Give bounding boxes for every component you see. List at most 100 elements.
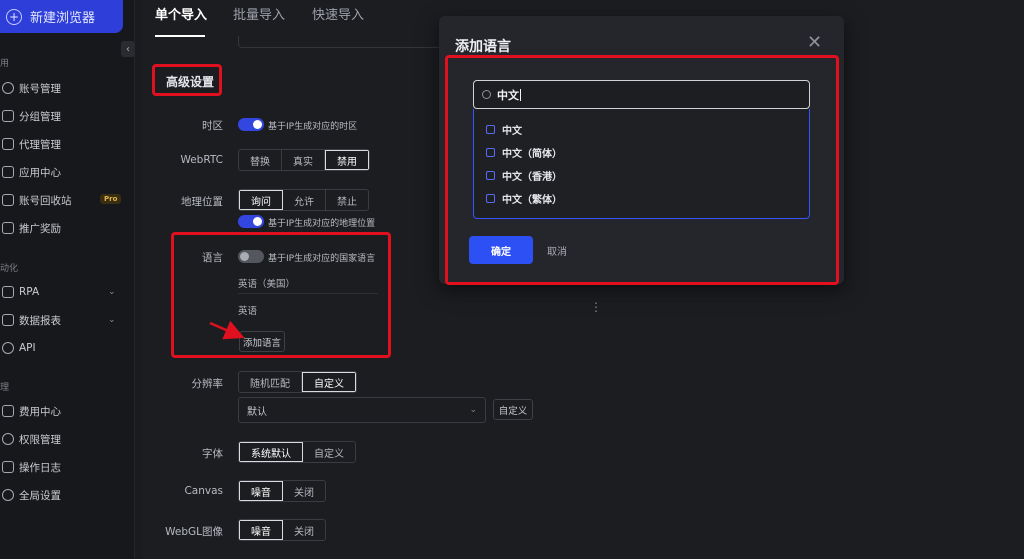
modal-title: 添加语言 — [455, 39, 511, 55]
trash-icon — [2, 194, 14, 206]
sidebar-item-api[interactable]: API — [0, 337, 130, 359]
active-tab-indicator — [155, 35, 205, 37]
language-search-input[interactable]: 中文 — [473, 80, 810, 109]
geo-label: 地理位置 — [181, 196, 223, 208]
sidebar-item-label: 推广奖励 — [19, 222, 61, 235]
pro-badge: Pro — [100, 194, 122, 204]
checkbox-icon — [486, 194, 495, 203]
tab-single-import[interactable]: 单个导入 — [155, 4, 207, 23]
webgl-label: WebGL图像 — [165, 526, 223, 538]
language-item: 英语 — [238, 306, 258, 317]
sidebar-item-reports[interactable]: 数据报表 ⌄ — [0, 309, 130, 331]
sidebar-item-label: 数据报表 — [19, 314, 61, 327]
sidebar-item-label: 操作日志 — [19, 461, 61, 474]
log-icon — [2, 461, 14, 473]
chevron-down-icon: ⌄ — [108, 287, 116, 297]
advanced-settings-title: 高级设置 — [166, 75, 215, 89]
sidebar-item-recycle[interactable]: 账号回收站 Pro — [0, 189, 130, 211]
language-option-label: 中文（香港） — [502, 172, 562, 183]
chevron-down-icon: ⌄ — [108, 315, 116, 325]
language-label: 语言 — [202, 252, 223, 264]
sidebar-item-label: 费用中心 — [19, 405, 61, 418]
more-options-icon[interactable]: ⋮ — [590, 300, 602, 314]
add-language-modal: 添加语言 ✕ 中文 中文 中文（简体） 中文（香港） 中文（繁体） 确定 取消 — [439, 16, 844, 284]
sidebar-item-permissions[interactable]: 权限管理 — [0, 428, 130, 450]
add-language-button[interactable]: 添加语言 — [239, 331, 285, 352]
webrtc-option-real[interactable]: 真实 — [282, 150, 325, 170]
language-divider — [238, 293, 378, 294]
resolution-option-custom[interactable]: 自定义 — [302, 372, 356, 392]
canvas-option-off[interactable]: 关闭 — [283, 481, 325, 501]
checkbox-icon — [486, 171, 495, 180]
timezone-label: 时区 — [202, 120, 223, 132]
sidebar: + 新建浏览器 ‹ 用 账号管理 分组管理 代理管理 应用中心 账号回收站 Pr… — [0, 0, 135, 559]
canvas-segmented: 噪音 关闭 — [238, 480, 326, 502]
search-icon — [482, 90, 491, 99]
wallet-icon — [2, 405, 14, 417]
font-segmented: 系统默认 自定义 — [238, 441, 356, 463]
api-icon — [2, 342, 14, 354]
sidebar-item-proxy[interactable]: 代理管理 — [0, 133, 130, 155]
sidebar-item-billing[interactable]: 费用中心 — [0, 400, 130, 422]
webgl-option-noise[interactable]: 噪音 — [239, 520, 283, 540]
sidebar-item-label: 账号管理 — [19, 82, 61, 95]
tab-quick-import[interactable]: 快速导入 — [312, 4, 364, 23]
language-option[interactable]: 中文 — [486, 122, 522, 137]
sidebar-item-label: API — [19, 342, 36, 354]
report-icon — [2, 314, 14, 326]
resolution-label: 分辨率 — [191, 378, 224, 390]
geo-option-ask[interactable]: 询问 — [239, 190, 283, 210]
shield-icon — [2, 433, 14, 445]
sidebar-item-rpa[interactable]: RPA ⌄ — [0, 281, 130, 303]
webgl-option-off[interactable]: 关闭 — [283, 520, 325, 540]
geo-segmented: 询问 允许 禁止 — [238, 189, 369, 211]
text-cursor — [520, 88, 521, 101]
webrtc-option-disable[interactable]: 禁用 — [325, 150, 369, 170]
language-item: 英语（美国） — [238, 279, 296, 290]
confirm-button[interactable]: 确定 — [469, 236, 533, 264]
language-toggle[interactable] — [238, 250, 264, 263]
resolution-option-random[interactable]: 随机匹配 — [239, 372, 302, 392]
sidebar-item-apps[interactable]: 应用中心 — [0, 161, 130, 183]
gear-icon — [2, 489, 14, 501]
canvas-option-noise[interactable]: 噪音 — [239, 481, 283, 501]
sidebar-item-groups[interactable]: 分组管理 — [0, 105, 130, 127]
language-option-label: 中文（简体） — [502, 149, 562, 160]
sidebar-item-accounts[interactable]: 账号管理 — [0, 77, 130, 99]
cancel-button[interactable]: 取消 — [547, 243, 567, 258]
sidebar-item-label: 权限管理 — [19, 433, 61, 446]
section-label-general: 用 — [0, 59, 10, 69]
user-icon — [2, 82, 14, 94]
language-options-list: 中文 中文（简体） 中文（香港） 中文（繁体） — [473, 109, 810, 219]
timezone-toggle[interactable] — [238, 118, 264, 131]
geo-hint: 基于IP生成对应的地理位置 — [268, 219, 376, 229]
tab-batch-import[interactable]: 批量导入 — [233, 4, 285, 23]
sidebar-item-logs[interactable]: 操作日志 — [0, 456, 130, 478]
font-option-system[interactable]: 系统默认 — [239, 442, 303, 462]
language-option[interactable]: 中文（简体） — [486, 145, 562, 160]
language-hint: 基于IP生成对应的国家语言 — [268, 254, 376, 264]
language-option[interactable]: 中文（繁体） — [486, 191, 562, 206]
geo-toggle[interactable] — [238, 215, 264, 228]
geo-option-block[interactable]: 禁止 — [326, 190, 368, 210]
webrtc-label: WebRTC — [180, 154, 223, 166]
plus-icon: + — [6, 8, 22, 25]
rpa-icon — [2, 286, 14, 298]
font-option-custom[interactable]: 自定义 — [303, 442, 355, 462]
resolution-custom-button[interactable]: 自定义 — [493, 399, 533, 420]
language-option[interactable]: 中文（香港） — [486, 168, 562, 183]
gift-icon — [2, 222, 14, 234]
checkbox-icon — [486, 148, 495, 157]
webgl-segmented: 噪音 关闭 — [238, 519, 326, 541]
folder-icon — [2, 110, 14, 122]
sidebar-item-label: 应用中心 — [19, 166, 61, 179]
new-browser-button[interactable]: + 新建浏览器 — [0, 0, 123, 33]
collapse-sidebar-button[interactable]: ‹ — [121, 41, 135, 57]
geo-option-allow[interactable]: 允许 — [283, 190, 326, 210]
resolution-select[interactable]: 默认 ⌄ — [238, 397, 486, 423]
sidebar-item-settings[interactable]: 全局设置 — [0, 484, 130, 506]
close-icon[interactable]: ✕ — [807, 32, 822, 53]
timezone-hint: 基于IP生成对应的时区 — [268, 122, 358, 132]
webrtc-option-replace[interactable]: 替换 — [239, 150, 282, 170]
sidebar-item-rewards[interactable]: 推广奖励 — [0, 217, 130, 239]
